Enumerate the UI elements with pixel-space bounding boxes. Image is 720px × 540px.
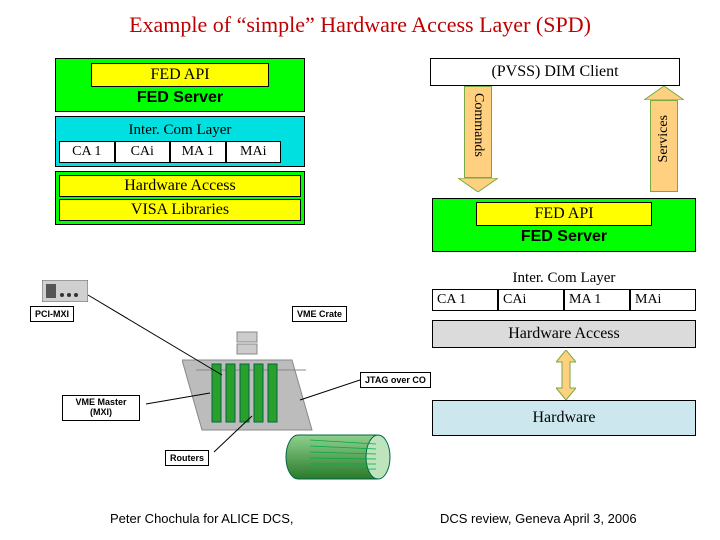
right-intercom-label: Inter. Com Layer	[432, 268, 696, 289]
pci-mxi-label: PCI-MXI	[30, 306, 74, 322]
right-hw-access: Hardware Access	[432, 320, 696, 348]
left-stack: FED API FED Server Inter. Com Layer CA 1…	[55, 58, 305, 225]
dim-client-box: (PVSS) DIM Client	[430, 58, 680, 86]
left-intercom-box: Inter. Com Layer CA 1 CAi MA 1 MAi	[55, 116, 305, 167]
left-fed-box: FED API FED Server	[55, 58, 305, 112]
right-cai: CAi	[498, 289, 564, 311]
services-arrow: Services	[650, 86, 684, 192]
fed-server-label: FED Server	[56, 87, 304, 109]
hw-access-label: Hardware Access	[59, 175, 301, 197]
right-ca-row: CA 1 CAi MA 1 MAi	[432, 289, 696, 311]
hardware-box: Hardware	[432, 400, 696, 436]
fed-api-box: FED API	[91, 63, 269, 87]
vme-crate-icon	[182, 320, 332, 440]
left-hw-visa: Hardware Access VISA Libraries	[55, 171, 305, 225]
mai-cell: MAi	[226, 141, 282, 163]
routers-label: Routers	[165, 450, 209, 466]
ca-row: CA 1 CAi MA 1 MAi	[59, 141, 281, 163]
page-title: Example of “simple” Hardware Access Laye…	[0, 0, 720, 46]
footer-left: Peter Chochula for ALICE DCS,	[110, 511, 294, 526]
ma1-cell: MA 1	[170, 141, 226, 163]
right-ca1: CA 1	[432, 289, 498, 311]
commands-arrow: Commands	[464, 86, 498, 192]
right-mai: MAi	[630, 289, 696, 311]
jtag-label: JTAG over CO	[360, 372, 431, 388]
right-fed-server-label: FED Server	[436, 226, 692, 248]
services-label: Services	[656, 115, 672, 162]
right-fed-box: FED API FED Server	[432, 198, 696, 252]
vme-master-text: VME Master (MXI)	[75, 397, 126, 417]
fed-api-label: FED API	[92, 64, 268, 86]
cai-cell: CAi	[115, 141, 171, 163]
visa-label: VISA Libraries	[59, 199, 301, 221]
intercom-label: Inter. Com Layer	[59, 120, 301, 141]
vertical-double-arrow-icon	[556, 350, 576, 400]
vme-master-label: VME Master (MXI)	[62, 395, 140, 421]
right-intercom-box: Inter. Com Layer CA 1 CAi MA 1 MAi	[432, 268, 696, 311]
ca1-cell: CA 1	[59, 141, 115, 163]
footer-right: DCS review, Geneva April 3, 2006	[440, 511, 637, 526]
pci-box-icon	[42, 280, 88, 302]
right-fed-api-label: FED API	[477, 203, 651, 225]
commands-label: Commands	[470, 93, 486, 157]
right-ma1: MA 1	[564, 289, 630, 311]
right-fed-api: FED API	[476, 202, 652, 226]
detector-icon	[280, 432, 400, 482]
